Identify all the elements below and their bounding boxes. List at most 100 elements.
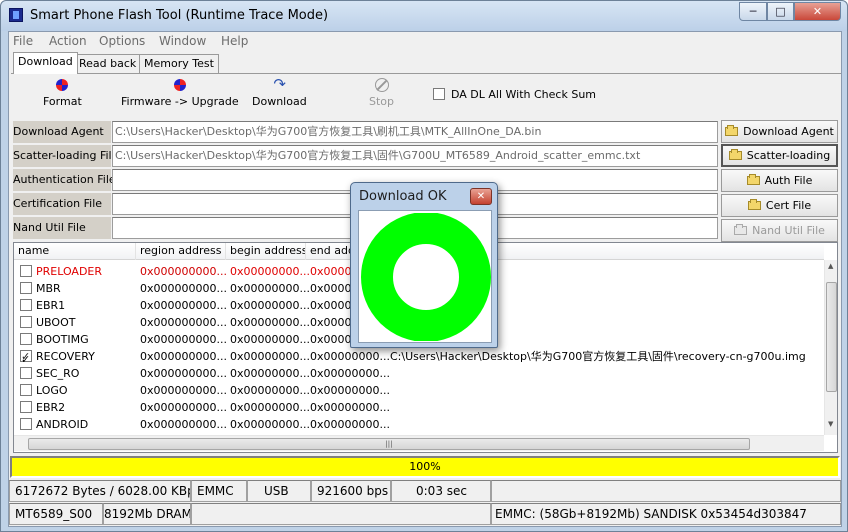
checksum-checkbox[interactable] (433, 88, 445, 100)
auth-file-button-label: Auth File (764, 174, 813, 187)
row-checkbox[interactable]: ✓ (20, 348, 32, 366)
partition-name: EBR2 (36, 401, 66, 414)
region-address: 0x000000000... (140, 316, 227, 329)
partition-name: EBR1 (36, 299, 66, 312)
window-title: Smart Phone Flash Tool (Runtime Trace Mo… (30, 8, 329, 23)
download-label: Download (252, 95, 307, 108)
stop-label: Stop (369, 95, 395, 108)
end-address: 0x00000000... (310, 384, 390, 397)
table-row[interactable]: ✓RECOVERY0x000000000...0x00000000...0x00… (14, 348, 822, 366)
horizontal-scroll-thumb[interactable]: ||| (28, 438, 750, 450)
partition-name: ANDROID (36, 418, 89, 431)
tab-download[interactable]: Download (13, 52, 78, 74)
scatter-loading-button[interactable]: Scatter-loading (721, 144, 838, 167)
row-checkbox[interactable] (20, 333, 32, 345)
maximize-button[interactable]: □ (767, 2, 794, 21)
tab-memory-test[interactable]: Memory Test (139, 54, 219, 73)
status-baud: 921600 bps (311, 480, 391, 502)
status-dram: 8192Mb DRAM (103, 503, 191, 525)
dialog-close-button[interactable]: ✕ (470, 188, 492, 205)
firmware-upgrade-icon (172, 77, 188, 93)
checksum-option[interactable]: DA DL All With Check Sum (433, 88, 596, 101)
partition-name: LOGO (36, 384, 68, 397)
app-icon (9, 8, 23, 22)
download-ok-dialog: Download OK ✕ (350, 182, 498, 348)
end-address: 0x00000000... (310, 401, 390, 414)
status-port: USB (247, 480, 311, 502)
vertical-scrollbar[interactable]: ▲ ▼ (824, 260, 837, 435)
table-row[interactable]: SEC_RO 0x000000000... 0x00000000... 0x00000… (14, 365, 822, 382)
menu-bar: File Action Options Window Help (9, 32, 841, 51)
auth-file-button[interactable]: Auth File (721, 169, 838, 192)
region-address: 0x000000000... (140, 418, 227, 431)
table-row[interactable]: ANDROID 0x000000000... 0x00000000... 0x0000… (14, 416, 822, 433)
status-bytes: 6172672 Bytes / 6028.00 KBps (9, 480, 191, 502)
table-row[interactable]: LOGO 0x000000000... 0x00000000... 0x0000000… (14, 382, 822, 399)
scatter-loading-button-label: Scatter-loading (746, 149, 831, 162)
partition-name: RECOVERY (36, 350, 95, 363)
menu-help[interactable]: Help (221, 34, 248, 48)
cert-file-button-label: Cert File (765, 199, 812, 212)
title-bar[interactable]: Smart Phone Flash Tool (Runtime Trace Mo… (1, 1, 847, 31)
menu-file[interactable]: File (13, 34, 33, 48)
scroll-up-icon[interactable]: ▲ (828, 262, 833, 270)
menu-window[interactable]: Window (159, 34, 206, 48)
begin-address: 0x00000000... (230, 418, 310, 431)
status-emmc: EMMC: (58Gb+8192Mb) SANDISK 0x53454d3038… (491, 503, 841, 525)
row-checkbox[interactable] (20, 299, 32, 311)
table-row[interactable]: EBR2 0x000000000... 0x00000000... 0x0000000… (14, 399, 822, 416)
horizontal-scrollbar[interactable]: ||| (14, 435, 824, 451)
format-icon (54, 77, 70, 93)
begin-address: 0x00000000... (230, 316, 310, 329)
download-agent-label: Download Agent (13, 121, 111, 143)
column-name[interactable]: name (14, 243, 136, 260)
scroll-down-icon[interactable]: ▼ (828, 420, 833, 428)
download-agent-button-label: Download Agent (743, 125, 834, 138)
close-button[interactable]: ✕ (794, 2, 841, 21)
column-begin-address[interactable]: begin address (226, 243, 306, 260)
firmware-upgrade-button[interactable]: Firmware -> Upgrade (121, 77, 239, 108)
begin-address: 0x00000000... (230, 367, 310, 380)
menu-options[interactable]: Options (99, 34, 145, 48)
folder-icon (728, 149, 742, 160)
partition-name: PRELOADER (36, 265, 103, 278)
download-button[interactable]: Download (252, 75, 307, 108)
download-icon (271, 75, 287, 93)
nand-util-button[interactable]: Nand Util File (721, 219, 838, 242)
folder-icon (734, 224, 748, 235)
begin-address: 0x00000000... (230, 384, 310, 397)
row-checkbox[interactable] (20, 367, 32, 379)
file-path: C:\Users\Hacker\Desktop\华为G700官方恢复工具\固件\… (390, 350, 806, 363)
row-checkbox[interactable] (20, 316, 32, 328)
region-address: 0x000000000... (140, 333, 227, 346)
menu-action[interactable]: Action (49, 34, 87, 48)
begin-address: 0x00000000... (230, 265, 310, 278)
nand-util-label: Nand Util File (13, 217, 111, 239)
format-button[interactable]: Format (43, 77, 82, 108)
begin-address: 0x00000000... (230, 350, 310, 363)
row-checkbox[interactable] (20, 282, 32, 294)
row-checkbox[interactable] (20, 384, 32, 396)
minimize-button[interactable]: ─ (739, 2, 767, 21)
row-checkbox[interactable] (20, 401, 32, 413)
stop-icon (374, 77, 390, 93)
column-region-address[interactable]: region address (136, 243, 226, 260)
progress-bar: 100% (10, 456, 840, 478)
row-checkbox[interactable] (20, 418, 32, 430)
checksum-label: DA DL All With Check Sum (451, 88, 597, 101)
progress-label: 100% (409, 460, 441, 473)
partition-name: MBR (36, 282, 61, 295)
tab-read-back[interactable]: Read back (74, 54, 142, 73)
cert-file-button[interactable]: Cert File (721, 194, 838, 217)
cert-file-label: Certification File (13, 193, 111, 215)
format-label: Format (43, 95, 82, 108)
row-checkbox[interactable] (20, 265, 32, 277)
scatter-file-input[interactable]: C:\Users\Hacker\Desktop\华为G700官方恢复工具\固件\… (112, 145, 718, 167)
stop-button[interactable]: Stop (369, 77, 394, 108)
status-time: 0:03 sec (391, 480, 491, 502)
download-agent-button[interactable]: Download Agent (721, 120, 838, 143)
vertical-scroll-thumb[interactable] (826, 282, 837, 392)
folder-icon (725, 125, 739, 136)
download-agent-input[interactable]: C:\Users\Hacker\Desktop\华为G700官方恢复工具\刷机工… (112, 121, 718, 143)
region-address: 0x000000000... (140, 384, 227, 397)
